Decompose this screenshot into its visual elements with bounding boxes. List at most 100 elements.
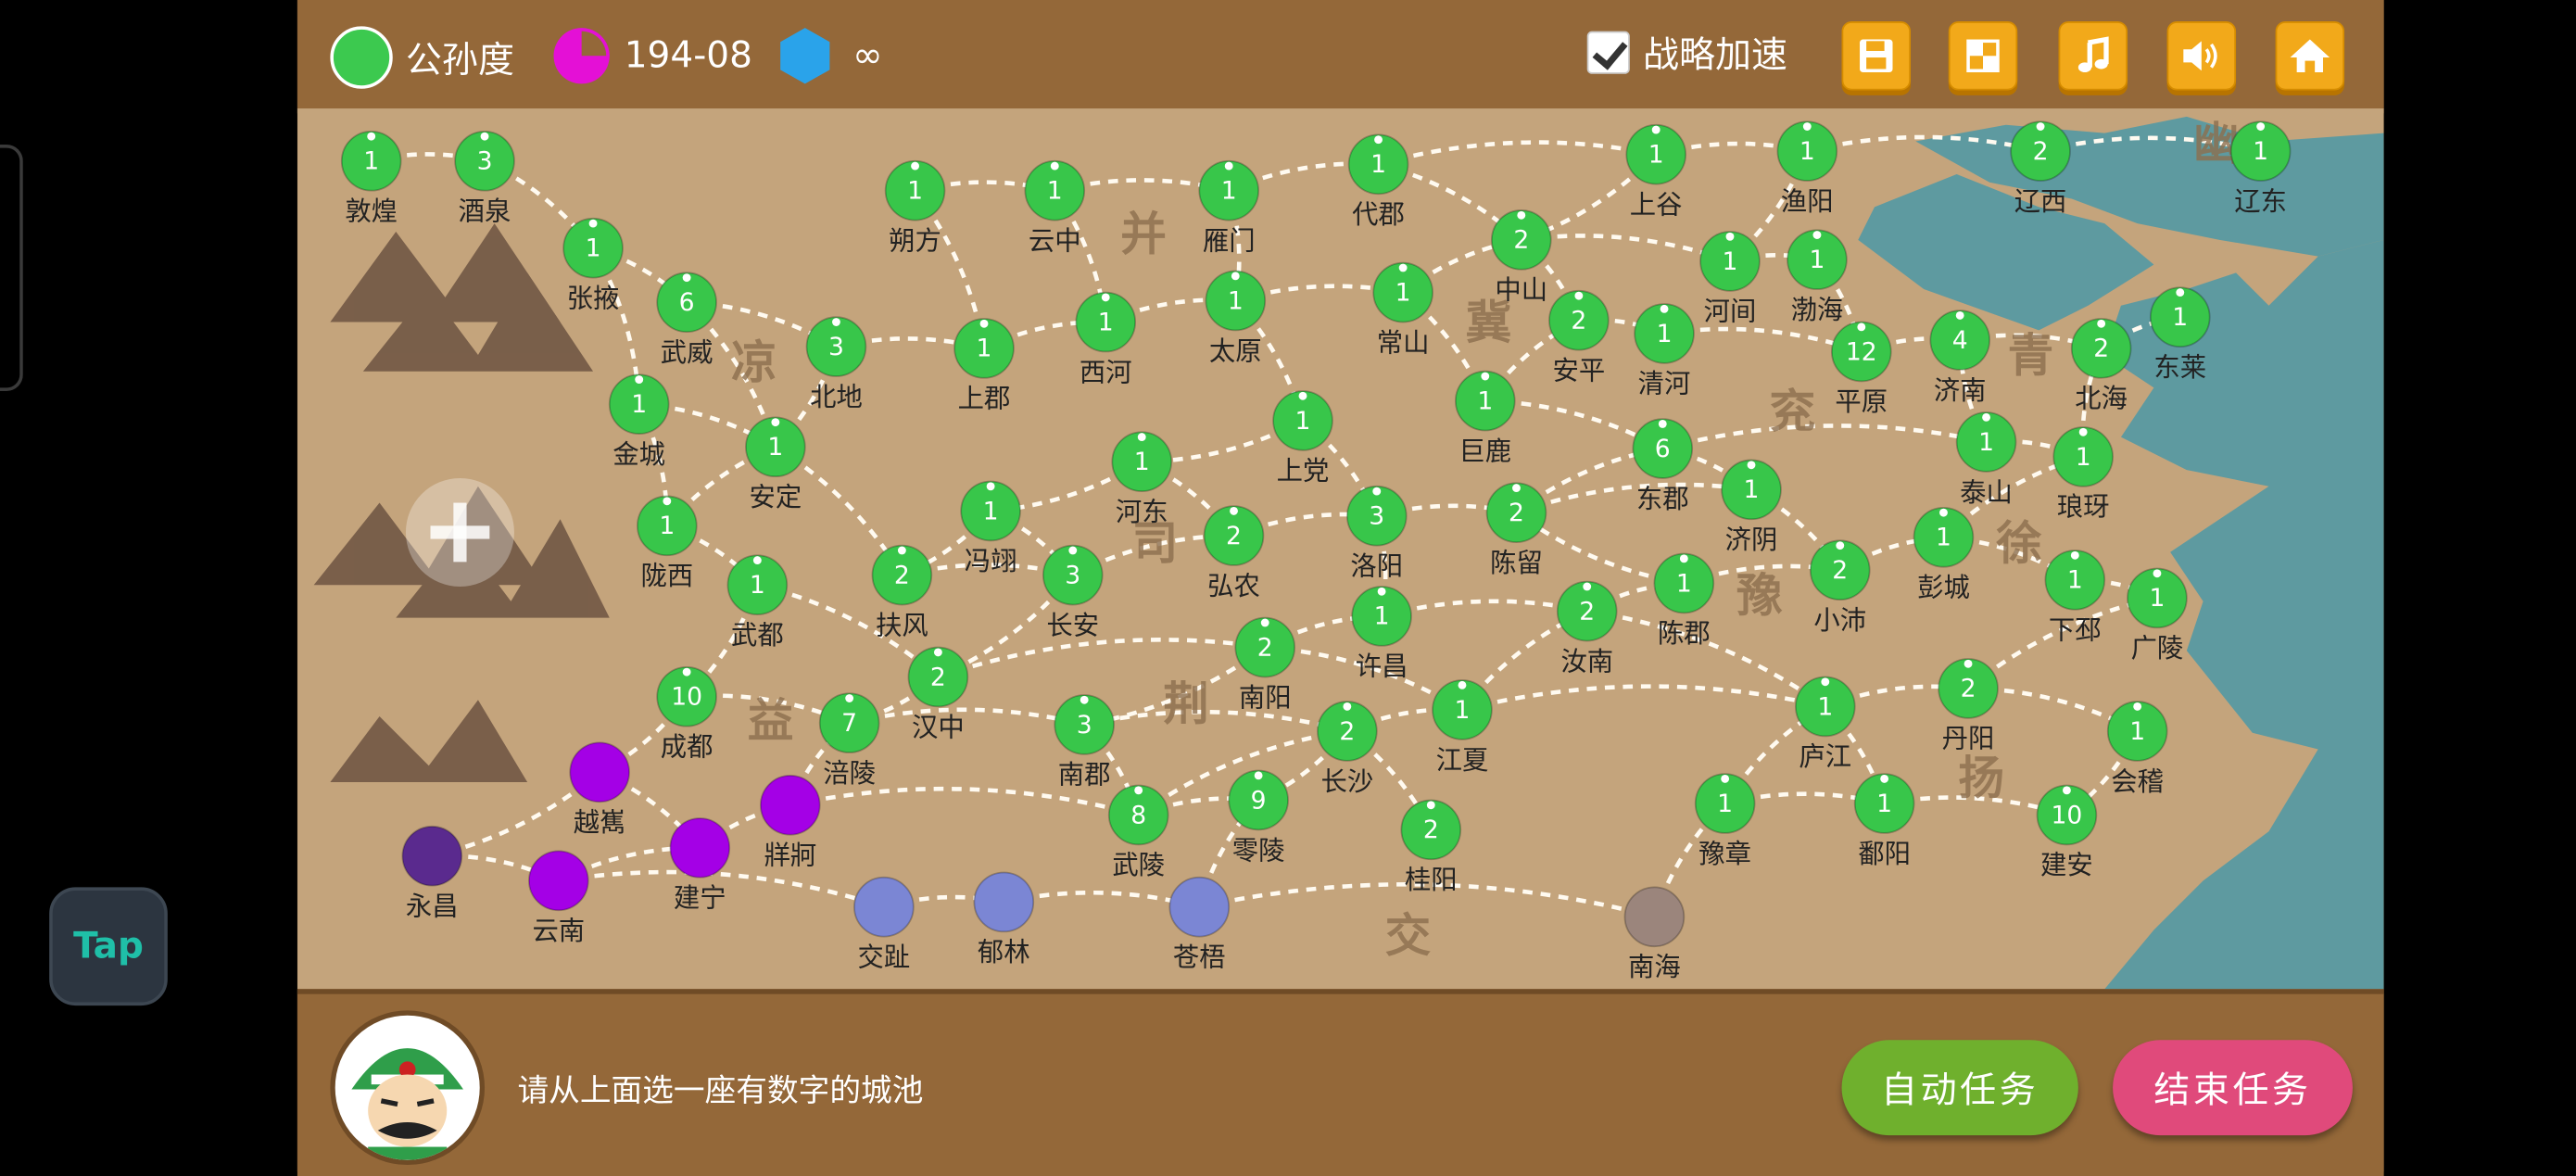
strategy-speed-toggle[interactable]: 战略加速 <box>1586 26 1787 79</box>
city-node[interactable]: 1 广陵 <box>2127 567 2188 664</box>
city-node[interactable]: 6 东郡 <box>1632 418 1694 514</box>
city-node[interactable]: 1 张掖 <box>562 217 624 314</box>
city-node[interactable]: 2 桂阳 <box>1400 799 1462 895</box>
city-node[interactable]: 郁林 <box>973 871 1035 967</box>
city-node[interactable]: 3 酒泉 <box>454 130 515 227</box>
city-node[interactable]: 1 琅玡 <box>2052 426 2114 523</box>
city-node[interactable]: 7 涪陵 <box>818 692 880 789</box>
city-node[interactable]: 1 东莱 <box>2149 286 2211 383</box>
checkbox-icon[interactable] <box>1586 31 1630 74</box>
city-marker[interactable] <box>669 817 731 879</box>
city-node[interactable]: 1 太原 <box>1205 270 1267 367</box>
city-marker[interactable] <box>528 850 589 912</box>
city-node[interactable]: 1 辽东 <box>2229 120 2292 217</box>
city-node[interactable]: 3 洛阳 <box>1345 485 1408 582</box>
city-node[interactable]: 越嶲 <box>569 741 630 838</box>
city-node[interactable]: 9 零陵 <box>1228 769 1289 866</box>
city-node[interactable]: 1 金城 <box>608 373 670 470</box>
city-marker[interactable] <box>1623 886 1686 948</box>
city-node[interactable]: 8 武陵 <box>1107 784 1169 880</box>
city-node[interactable]: 1 彭城 <box>1913 506 1975 603</box>
city-node[interactable]: 1 豫章 <box>1694 773 1756 869</box>
city-node[interactable]: 建宁 <box>669 817 731 914</box>
city-node[interactable]: 2 辽西 <box>2010 120 2071 217</box>
city-marker[interactable] <box>401 825 463 887</box>
city-node[interactable]: 苍梧 <box>1168 876 1231 973</box>
city-marker-dot <box>897 546 906 555</box>
city-node[interactable]: 2 南阳 <box>1234 616 1296 714</box>
city-node[interactable]: 1 云中 <box>1024 159 1086 257</box>
city-node[interactable]: 1 朔方 <box>884 159 946 257</box>
home-button[interactable] <box>2275 21 2345 91</box>
music-button[interactable] <box>2058 21 2128 91</box>
city-node[interactable]: 2 北海 <box>2070 318 2132 414</box>
city-node[interactable]: 1 上谷 <box>1625 123 1686 221</box>
save-button[interactable] <box>1841 21 1911 91</box>
city-node[interactable]: 2 丹阳 <box>1938 658 1999 754</box>
city-node[interactable]: 1 敦煌 <box>340 130 402 227</box>
city-node[interactable]: 1 清河 <box>1634 303 1695 399</box>
city-node[interactable]: 1 河东 <box>1111 431 1173 527</box>
city-node[interactable]: 2 长沙 <box>1317 701 1378 797</box>
city-node[interactable]: 1 济阴 <box>1721 459 1782 555</box>
city-node[interactable]: 2 安平 <box>1548 289 1610 386</box>
tap-button[interactable]: Tap <box>49 887 168 1006</box>
city-node[interactable]: 2 弘农 <box>1203 505 1265 601</box>
city-node[interactable]: 牂牁 <box>760 774 821 871</box>
end-task-button[interactable]: 结束任务 <box>2113 1040 2353 1136</box>
city-node[interactable]: 2 扶风 <box>871 544 933 641</box>
volume-button[interactable] <box>2166 21 2237 91</box>
city-node[interactable]: 1 冯翊 <box>960 480 1021 576</box>
city-node[interactable]: 1 泰山 <box>1955 411 2017 508</box>
city-node[interactable]: 2 汉中 <box>907 646 969 743</box>
city-node[interactable]: 12 平原 <box>1831 321 1892 418</box>
city-marker[interactable] <box>1168 876 1231 938</box>
auto-task-button[interactable]: 自动任务 <box>1841 1040 2078 1136</box>
city-marker[interactable] <box>853 876 915 938</box>
city-node[interactable]: 永昌 <box>401 825 463 922</box>
city-node[interactable]: 2 陈留 <box>1485 482 1547 578</box>
city-node[interactable]: 1 渔阳 <box>1776 120 1838 217</box>
city-node[interactable]: 交趾 <box>853 876 915 973</box>
city-node[interactable]: 1 下邳 <box>2044 550 2106 646</box>
city-node[interactable]: 1 常山 <box>1372 261 1433 359</box>
city-node[interactable]: 1 陇西 <box>637 495 698 591</box>
city-node[interactable]: 4 济南 <box>1929 310 1990 406</box>
zoom-in-button[interactable] <box>405 477 514 587</box>
city-node[interactable]: 云南 <box>528 850 589 946</box>
city-node[interactable]: 1 武都 <box>726 554 789 651</box>
city-node[interactable]: 3 北地 <box>805 316 867 412</box>
city-marker[interactable] <box>760 774 821 836</box>
city-node[interactable]: 1 渤海 <box>1787 229 1848 325</box>
city-node[interactable]: 2 小沛 <box>1809 539 1871 636</box>
city-node[interactable]: 1 许昌 <box>1351 586 1412 682</box>
city-node[interactable]: 2 中山 <box>1490 209 1552 306</box>
city-node[interactable]: 1 巨鹿 <box>1454 370 1516 467</box>
city-node[interactable]: 南海 <box>1623 886 1686 982</box>
city-node[interactable]: 1 安定 <box>745 416 806 512</box>
city-node[interactable]: 6 武威 <box>656 272 717 368</box>
edge-handle[interactable] <box>0 145 23 391</box>
city-node[interactable]: 1 代郡 <box>1347 133 1409 230</box>
city-node[interactable]: 2 汝南 <box>1556 580 1618 677</box>
city-node[interactable]: 1 陈郡 <box>1653 552 1715 650</box>
city-node[interactable]: 10 建安 <box>2036 784 2098 880</box>
city-node[interactable]: 1 西河 <box>1075 291 1137 388</box>
layout-button[interactable] <box>1948 21 2018 91</box>
city-node[interactable]: 3 南郡 <box>1054 694 1115 790</box>
city-node[interactable]: 10 成都 <box>656 665 717 763</box>
city-node[interactable]: 1 上党 <box>1272 390 1333 487</box>
city-node[interactable]: 3 长安 <box>1042 544 1104 641</box>
city-node[interactable]: 1 鄱阳 <box>1853 773 1915 869</box>
city-node[interactable]: 1 上郡 <box>953 318 1015 414</box>
city-name: 常山 <box>1377 327 1430 358</box>
city-marker[interactable] <box>973 871 1035 933</box>
city-node[interactable]: 1 雁门 <box>1198 159 1260 257</box>
city-node[interactable]: 1 庐江 <box>1795 676 1856 772</box>
city-marker[interactable] <box>569 741 630 803</box>
city-node[interactable]: 1 河间 <box>1699 231 1761 327</box>
city-marker-dot <box>1802 122 1812 131</box>
city-node[interactable]: 1 会稽 <box>2106 701 2168 797</box>
city-node[interactable]: 1 江夏 <box>1432 679 1493 776</box>
strategy-map[interactable]: 幽并冀凉兖青司徐豫益荆扬交 1 敦煌 3 酒泉 1 张掖 6 武威 3 北地 1 金城 1 安定 1 陇西 1 武… <box>297 108 2384 990</box>
